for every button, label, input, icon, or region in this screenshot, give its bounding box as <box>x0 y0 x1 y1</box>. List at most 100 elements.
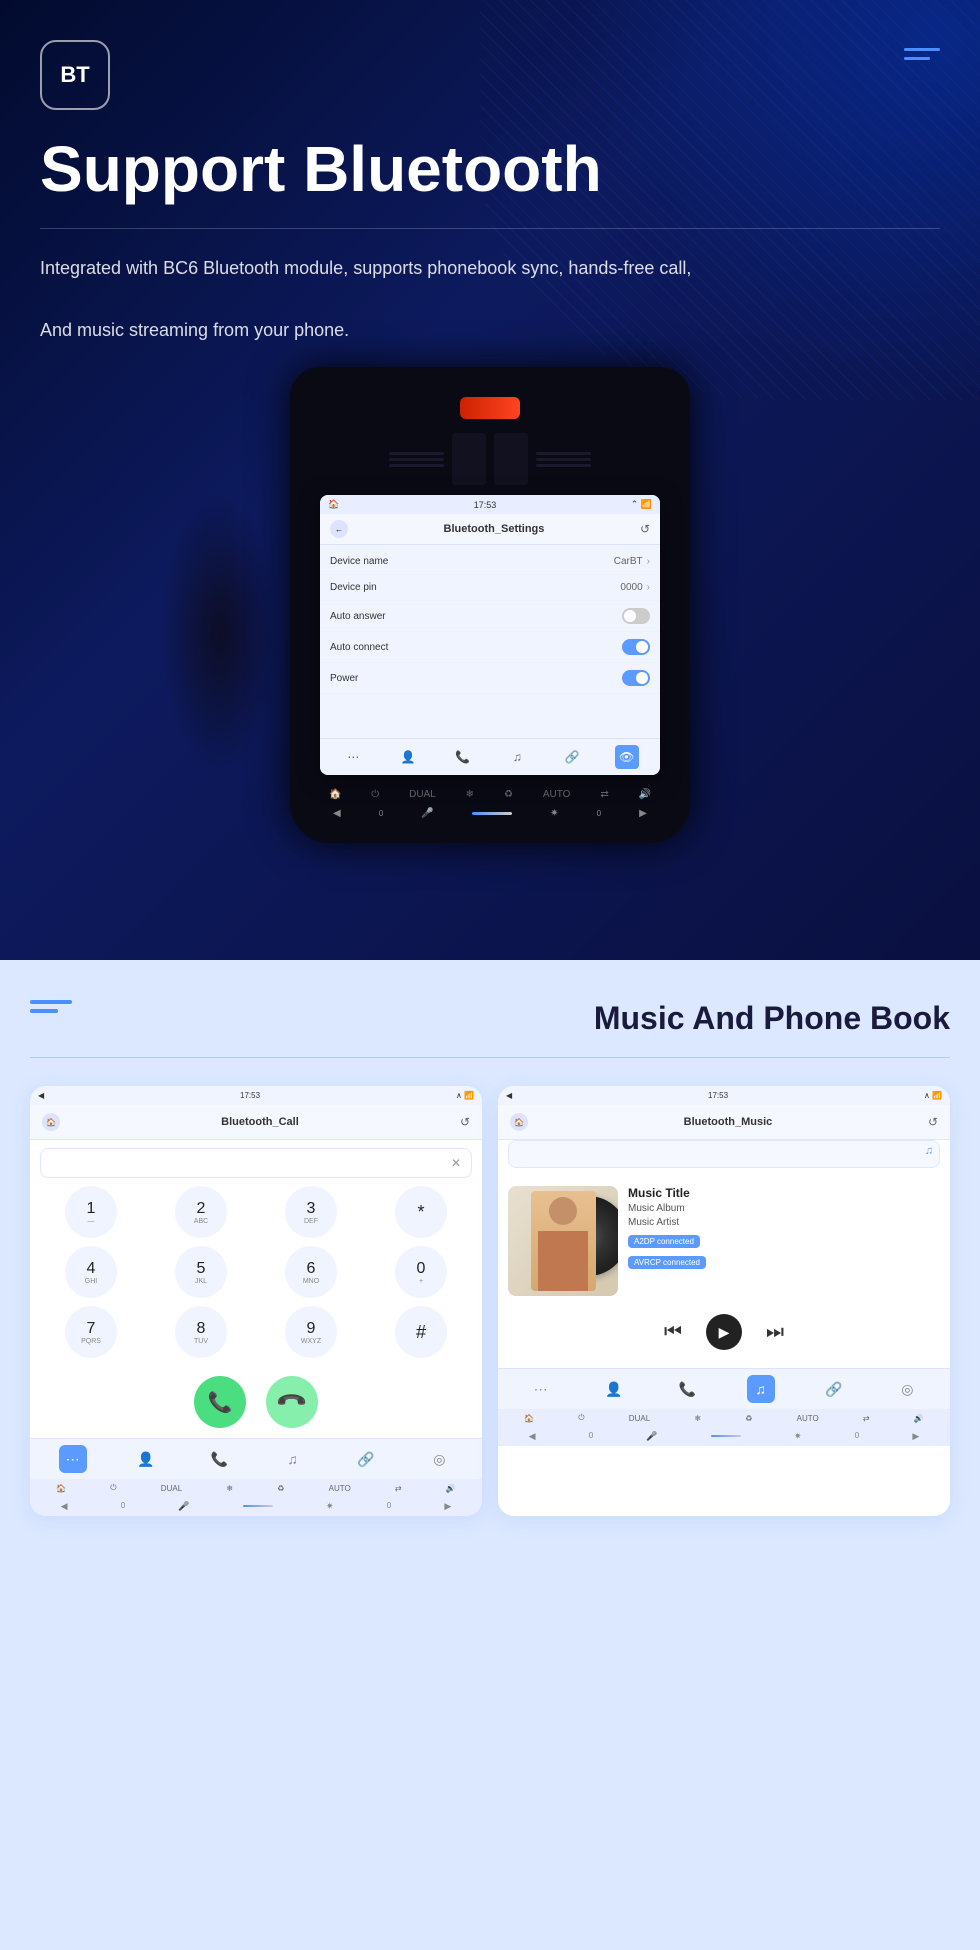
call-volume-slider[interactable] <box>243 1505 273 1507</box>
call-nav-music[interactable]: ♫ <box>279 1445 307 1473</box>
call-toolbar-vol[interactable]: 🔊 <box>446 1484 456 1493</box>
car-nav-power[interactable]: ⏻ <box>371 789 379 800</box>
music-volume-slider[interactable] <box>711 1435 741 1437</box>
dial-key-0[interactable]: 0 + <box>395 1246 447 1298</box>
music-home-btn[interactable]: 🏠 <box>510 1113 528 1131</box>
music-toolbar-home[interactable]: 🏠 <box>524 1414 534 1423</box>
call-ctrl-snow[interactable]: ✷ <box>326 1501 334 1512</box>
hero-description: Integrated with BC6 Bluetooth module, su… <box>40 253 720 345</box>
dial-key-2[interactable]: 2 ABC <box>175 1186 227 1238</box>
call-ctrl-left[interactable]: ◀ <box>61 1501 68 1512</box>
settings-row-power[interactable]: Power <box>320 663 660 694</box>
music-nav-phone[interactable]: 📞 <box>673 1375 701 1403</box>
dial-key-hash[interactable]: # <box>395 1306 447 1358</box>
call-actions: 📞 📞 <box>30 1366 482 1438</box>
back-button[interactable]: ← <box>330 520 348 538</box>
music-note-icon: ♫ <box>925 1145 933 1157</box>
settings-row-auto-connect[interactable]: Auto connect <box>320 632 660 663</box>
music-back-btn[interactable]: ↺ <box>928 1115 938 1129</box>
music-ctrl-left[interactable]: ◀ <box>529 1431 536 1442</box>
music-ctrl-mic[interactable]: 🎤 <box>646 1431 657 1442</box>
call-toolbar-ac[interactable]: ❄ <box>226 1484 233 1493</box>
car-nav-home[interactable]: 🏠 <box>329 789 341 800</box>
call-nav-person[interactable]: 👤 <box>132 1445 160 1473</box>
nav-eye[interactable]: 👁 <box>615 745 639 769</box>
dial-key-8[interactable]: 8 TUV <box>175 1306 227 1358</box>
call-nav-grid[interactable]: ⋯ <box>59 1445 87 1473</box>
auto-connect-toggle[interactable] <box>622 639 650 655</box>
car-nav-vol[interactable]: 🔊 <box>639 789 651 800</box>
call-toolbar-recycle[interactable]: ♻ <box>277 1484 284 1493</box>
music-nav-music[interactable]: ♫ <box>747 1375 775 1403</box>
music-controls: ⏮ ▶ ⏭ <box>508 1306 940 1358</box>
auto-answer-toggle[interactable] <box>622 608 650 624</box>
music-toolbar-vol[interactable]: 🔊 <box>914 1414 924 1423</box>
call-ctrl-right[interactable]: ▶ <box>444 1501 451 1512</box>
nav-person[interactable]: 👤 <box>396 745 420 769</box>
settings-row-auto-answer[interactable]: Auto answer <box>320 601 660 632</box>
menu-line-1 <box>904 48 940 51</box>
music-content: Music Title Music Album Music Artist A2D… <box>498 1176 950 1368</box>
hero-title: Support Bluetooth <box>40 134 940 204</box>
dial-key-9[interactable]: 9 WXYZ <box>285 1306 337 1358</box>
play-button[interactable]: ▶ <box>706 1314 742 1350</box>
call-nav-eye[interactable]: ◎ <box>425 1445 453 1473</box>
tablet-screen[interactable]: 🏠 17:53 ⌃ 📶 ← Bluetooth_Settings ↺ Devic… <box>320 495 660 775</box>
music-nav-link[interactable]: 🔗 <box>820 1375 848 1403</box>
hangup-button[interactable]: 📞 <box>255 1365 329 1439</box>
nav-phone[interactable]: 📞 <box>451 745 475 769</box>
music-nav-eye[interactable]: ◎ <box>893 1375 921 1403</box>
dial-key-3[interactable]: 3 DEF <box>285 1186 337 1238</box>
car-ctrl-right[interactable]: ▶ <box>639 808 647 819</box>
dial-key-6[interactable]: 6 MNO <box>285 1246 337 1298</box>
avrcp-badge: AVRCP connected <box>628 1256 706 1269</box>
call-toolbar-arrows[interactable]: ⇄ <box>395 1484 402 1493</box>
settings-row-device-pin[interactable]: Device pin 0000 › <box>320 575 660 601</box>
call-nav-phone[interactable]: 📞 <box>205 1445 233 1473</box>
music-search-bar[interactable]: ♫ <box>508 1140 940 1168</box>
call-toolbar-home[interactable]: 🏠 <box>56 1484 66 1493</box>
music-ctrl-right[interactable]: ▶ <box>912 1431 919 1442</box>
car-nav-recycle[interactable]: ♻ <box>504 789 513 800</box>
nav-music[interactable]: ♫ <box>505 745 529 769</box>
settings-row-device-name[interactable]: Device name CarBT › <box>320 549 660 575</box>
volume-slider[interactable] <box>472 812 512 815</box>
nav-link[interactable]: 🔗 <box>560 745 584 769</box>
clear-button[interactable]: ✕ <box>451 1156 461 1170</box>
music-toolbar-recycle[interactable]: ♻ <box>745 1414 752 1423</box>
dial-key-7[interactable]: 7 PQRS <box>65 1306 117 1358</box>
car-ctrl-snow[interactable]: ✷ <box>550 808 558 819</box>
dial-input[interactable]: ✕ <box>40 1148 472 1178</box>
dial-key-5[interactable]: 5 JKL <box>175 1246 227 1298</box>
music-nav-person[interactable]: 👤 <box>600 1375 628 1403</box>
prev-button[interactable]: ⏮ <box>664 1321 682 1344</box>
dial-key-1[interactable]: 1 — <box>65 1186 117 1238</box>
menu-icon[interactable] <box>904 48 940 60</box>
car-ctrl-left[interactable]: ◀ <box>333 808 341 819</box>
nav-home[interactable]: ⋯ <box>341 745 365 769</box>
power-toggle[interactable] <box>622 670 650 686</box>
call-toolbar-power[interactable]: ⏻ <box>110 1483 116 1493</box>
hamburger-menu[interactable] <box>30 1000 72 1013</box>
music-toolbar-arrows[interactable]: ⇄ <box>863 1414 870 1423</box>
call-home-btn[interactable]: 🏠 <box>42 1113 60 1131</box>
call-ctrl-mic[interactable]: 🎤 <box>178 1501 189 1512</box>
call-back-btn[interactable]: ↺ <box>460 1115 470 1129</box>
music-toolbar-ac[interactable]: ❄ <box>694 1414 701 1423</box>
call-button[interactable]: 📞 <box>194 1376 246 1428</box>
music-nav-grid[interactable]: ⋯ <box>527 1375 555 1403</box>
car-ctrl-mic[interactable]: 🎤 <box>421 808 433 819</box>
car-nav-arrows[interactable]: ⇄ <box>600 789 608 800</box>
dial-key-4[interactable]: 4 GHI <box>65 1246 117 1298</box>
music-toolbar-power[interactable]: ⏻ <box>578 1413 584 1423</box>
dial-key-star[interactable]: * <box>395 1186 447 1238</box>
section-divider <box>30 1057 950 1058</box>
music-ctrl-snow[interactable]: ✷ <box>794 1431 802 1442</box>
music-toolbar-dual: DUAL <box>629 1414 650 1423</box>
call-toolbar-dual: DUAL <box>161 1484 182 1493</box>
refresh-button[interactable]: ↺ <box>640 522 650 536</box>
call-nav-link[interactable]: 🔗 <box>352 1445 380 1473</box>
car-nav-ac[interactable]: ❄ <box>466 789 474 800</box>
next-button[interactable]: ⏭ <box>766 1321 784 1344</box>
music-card: ◀ 17:53 ∧ 📶 🏠 Bluetooth_Music ↺ ♫ <box>498 1086 950 1516</box>
